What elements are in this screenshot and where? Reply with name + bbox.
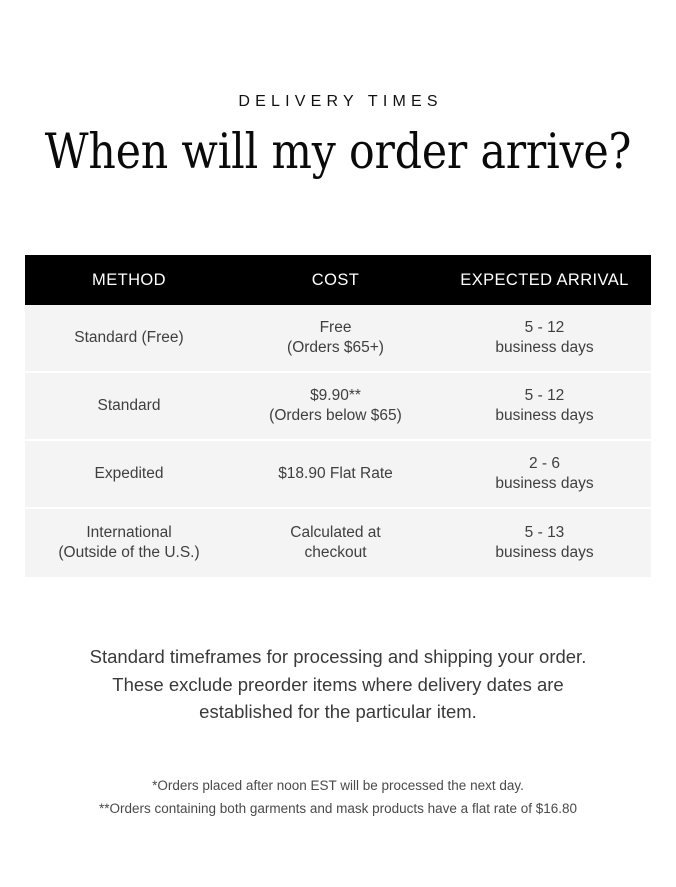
delivery-times-page: DELIVERY TIMES When will my order arrive… <box>0 0 676 887</box>
cell-cost-line-1: Free <box>319 318 352 336</box>
cell-cost: Free (Orders $65+) <box>233 318 438 359</box>
processing-note: Standard timeframes for processing and s… <box>0 643 676 726</box>
delivery-options-table: METHOD COST EXPECTED ARRIVAL Standard (F… <box>25 255 651 577</box>
cell-expected-arrival: 2 - 6 business days <box>438 454 651 495</box>
footnotes: *Orders placed after noon EST will be pr… <box>0 774 676 820</box>
cell-cost: $18.90 Flat Rate <box>233 464 438 485</box>
cell-cost-line-1: $9.90** <box>310 386 361 404</box>
cell-expected-arrival: 5 - 12 business days <box>438 386 651 427</box>
cell-cost-line-1: $18.90 Flat Rate <box>278 464 393 482</box>
cell-arrival-line-1: 5 - 12 <box>524 386 565 404</box>
page-header: DELIVERY TIMES When will my order arrive… <box>0 0 676 181</box>
processing-note-line-1: Standard timeframes for processing and s… <box>89 646 587 667</box>
cell-expected-arrival: 5 - 13 business days <box>438 523 651 564</box>
table-row: Standard $9.90** (Orders below $65) 5 - … <box>25 373 651 441</box>
cell-method: Standard (Free) <box>25 328 233 349</box>
cell-cost-line-2: (Orders $65+) <box>287 339 384 356</box>
table-row: Expedited $18.90 Flat Rate 2 - 6 busines… <box>25 441 651 509</box>
processing-note-line-3: established for the particular item. <box>199 701 477 722</box>
table-row: Standard (Free) Free (Orders $65+) 5 - 1… <box>25 305 651 373</box>
cell-arrival-line-2: business days <box>495 339 594 356</box>
page-title: When will my order arrive? <box>44 123 632 180</box>
cell-expected-arrival: 5 - 12 business days <box>438 318 651 359</box>
cell-method-line-1: Standard <box>97 396 161 414</box>
cell-arrival-line-1: 5 - 12 <box>524 318 565 336</box>
cell-method: Expedited <box>25 464 233 485</box>
cell-cost-line-2: (Orders below $65) <box>269 407 402 424</box>
cell-arrival-line-1: 2 - 6 <box>528 454 560 472</box>
cell-arrival-line-1: 5 - 13 <box>524 523 565 541</box>
column-header-expected-arrival: EXPECTED ARRIVAL <box>460 271 629 289</box>
cell-arrival-line-2: business days <box>495 407 594 424</box>
processing-note-line-2: These exclude preorder items where deliv… <box>112 673 564 695</box>
cell-method-line-1: International <box>86 523 172 541</box>
footnote-single-asterisk: *Orders placed after noon EST will be pr… <box>152 778 524 793</box>
column-header-cost: COST <box>311 271 360 289</box>
cell-cost-line-2: checkout <box>304 544 367 561</box>
cell-cost-line-1: Calculated at <box>290 523 381 541</box>
column-header-method: METHOD <box>92 271 166 289</box>
cell-arrival-line-2: business days <box>495 544 594 561</box>
cell-cost: Calculated at checkout <box>233 523 438 564</box>
footnote-double-asterisk: **Orders containing both garments and ma… <box>98 801 578 816</box>
cell-method-line-2: (Outside of the U.S.) <box>58 544 200 561</box>
cell-method: Standard <box>25 396 233 417</box>
cell-method-line-1: Expedited <box>94 464 164 482</box>
table-header-row: METHOD COST EXPECTED ARRIVAL <box>25 255 651 305</box>
cell-arrival-line-2: business days <box>495 475 594 492</box>
cell-cost: $9.90** (Orders below $65) <box>233 386 438 427</box>
table-row: International (Outside of the U.S.) Calc… <box>25 509 651 577</box>
cell-method: International (Outside of the U.S.) <box>25 523 233 564</box>
page-eyebrow: DELIVERY TIMES <box>238 93 443 110</box>
cell-method-line-1: Standard (Free) <box>74 328 184 346</box>
